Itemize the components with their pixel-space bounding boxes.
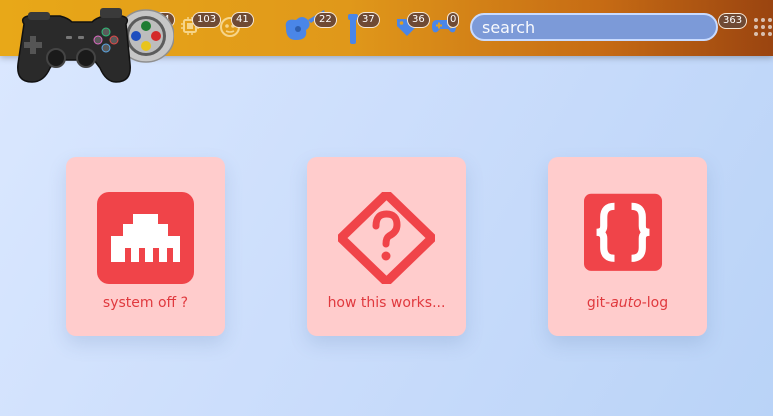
card-how-this-works[interactable]: how this works... <box>307 157 466 336</box>
label-prefix: git- <box>586 295 611 311</box>
card-how-this-works-label: how this works... <box>327 295 446 311</box>
nav-tags-count: 36 <box>407 12 430 28</box>
card-git-auto-log-label: git-auto-log <box>548 295 707 311</box>
nav-lab-count: 41 <box>231 12 254 28</box>
ps-controller-icon <box>17 8 131 83</box>
braces-icon <box>584 193 663 271</box>
label-suffix: -log <box>641 295 669 311</box>
question-diamond-icon <box>338 192 435 284</box>
nav-lab[interactable]: 41 <box>219 10 263 48</box>
apps-grid-icon[interactable] <box>754 18 772 36</box>
ethernet-port-icon <box>97 192 194 284</box>
card-git-auto-log[interactable]: git-auto-log <box>548 157 707 336</box>
gamepad-logo-icon[interactable] <box>6 2 174 86</box>
nav-games-count: 0 <box>447 12 460 28</box>
nav-guitar-count: 22 <box>314 12 337 28</box>
search-count-badge: 363 <box>718 13 748 29</box>
nav-hardware-count: 103 <box>192 12 222 28</box>
nav-hardware[interactable]: 103 <box>180 10 224 48</box>
nav-tools-count: 37 <box>357 12 380 28</box>
card-system-off[interactable]: system off ? <box>66 157 225 336</box>
card-system-off-label: system off ? <box>102 295 189 311</box>
search-input[interactable] <box>470 13 718 41</box>
nav-guitar[interactable]: 22 <box>282 10 337 48</box>
label-emphasis: auto <box>610 295 642 311</box>
nav-games[interactable]: 0 <box>431 10 475 48</box>
nav-tools[interactable]: 37 <box>347 10 391 48</box>
header-bar: 64 103 41 22 37 <box>0 0 773 83</box>
